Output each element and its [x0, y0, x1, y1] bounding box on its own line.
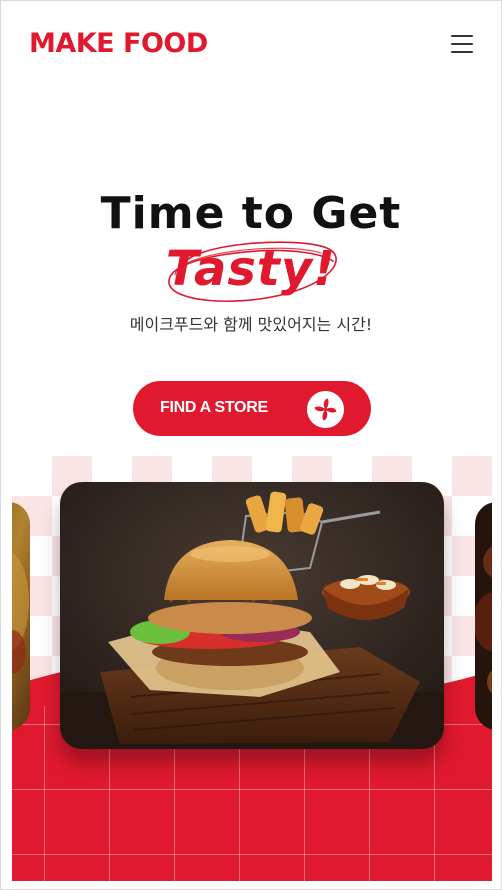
food-card-left[interactable]: [12, 502, 30, 730]
page-frame: MAKE FOOD Time to Get Tasty! 메이크푸드와 함께 맛…: [0, 0, 502, 890]
brand-logo[interactable]: MAKE FOOD: [29, 28, 208, 60]
find-store-label: FIND A STORE: [160, 399, 268, 416]
food-photo-left: [12, 502, 30, 730]
menu-line: [451, 43, 473, 45]
menu-line: [451, 35, 473, 37]
scribble-circle-icon: [168, 241, 337, 303]
hamburger-menu-icon[interactable]: [447, 33, 477, 55]
site-header: MAKE FOOD: [1, 1, 501, 87]
menu-line: [451, 51, 473, 53]
pinwheel-icon: [307, 391, 344, 428]
food-showcase: [12, 456, 492, 881]
hero-subtitle: 메이크푸드와 함께 맛있어지는 시간!: [129, 315, 373, 334]
burger-photo: [60, 482, 444, 749]
food-photo-right: [475, 502, 492, 730]
food-card-main[interactable]: [60, 482, 444, 749]
food-card-right[interactable]: [475, 502, 492, 730]
